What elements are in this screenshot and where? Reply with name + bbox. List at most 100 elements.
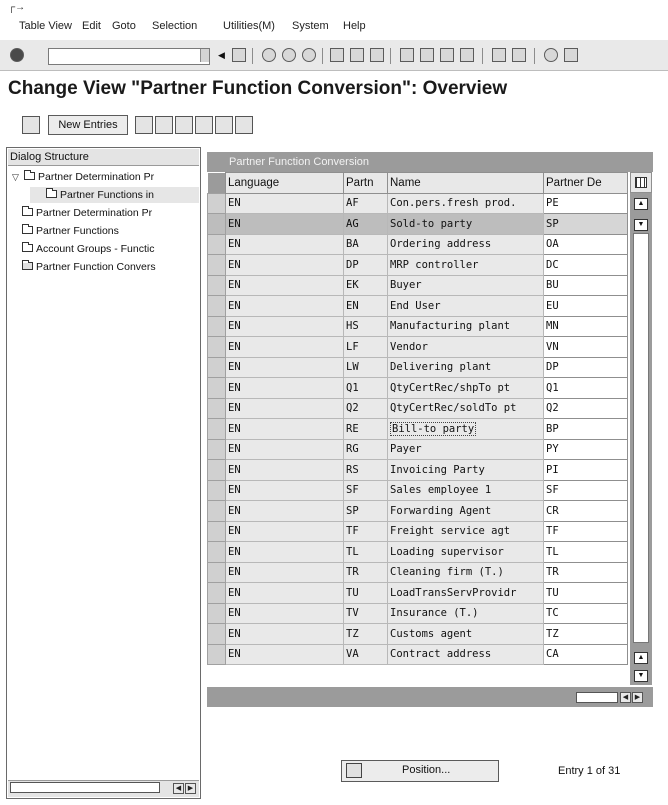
table-row[interactable]: EN TZ Customs agent TZ [207,623,628,645]
cell-partner-de[interactable]: BP [543,418,628,440]
select-all-icon[interactable] [195,116,213,134]
row-selector[interactable] [207,623,226,645]
cell-partner-de[interactable]: PY [543,438,628,460]
cell-partner-de[interactable]: CR [543,500,628,522]
row-selector[interactable] [207,254,226,276]
cell-partner-de[interactable]: SF [543,479,628,501]
row-selector[interactable] [207,479,226,501]
cell-partn[interactable]: RS [343,459,388,481]
cell-partner-de[interactable]: Q2 [543,397,628,419]
row-selector[interactable] [207,192,226,214]
menu-edit[interactable]: Edit [82,20,101,32]
cell-partn[interactable]: EK [343,274,388,296]
row-selector[interactable] [207,274,226,296]
table-row[interactable]: EN EK Buyer BU [207,274,628,296]
tree-item-account-groups-function[interactable]: Account Groups - Functic [22,241,199,257]
cell-name[interactable]: Customs agent [387,623,544,645]
scrollbar-thumb[interactable] [576,692,618,703]
cell-name[interactable]: Contract address [387,643,544,665]
cell-name[interactable]: LoadTransServProvidr [387,582,544,604]
cell-name[interactable]: Delivering plant [387,356,544,378]
cell-partn[interactable]: RE [343,418,388,440]
scrollbar-thumb[interactable] [633,233,649,643]
scroll-up-icon[interactable]: ▲ [634,198,648,210]
expand-triangle-icon[interactable]: ▽ [12,169,24,185]
cell-language[interactable]: EN [225,500,344,522]
table-settings-icon[interactable] [630,172,652,193]
row-selector[interactable] [207,336,226,358]
previous-page-icon[interactable] [420,48,434,62]
cell-language[interactable]: EN [225,377,344,399]
cell-partn[interactable]: RG [343,438,388,460]
select-block-icon[interactable] [215,116,233,134]
row-selector[interactable] [207,500,226,522]
menu-help[interactable]: Help [343,20,366,32]
tree-item-partner-determination-procedure-2[interactable]: Partner Determination Pr [22,205,199,221]
cell-language[interactable]: EN [225,336,344,358]
cell-name[interactable]: QtyCertRec/soldTo pt [387,397,544,419]
scroll-left-icon[interactable]: ◀ [173,783,184,794]
cell-partner-de[interactable]: SP [543,213,628,235]
cell-name[interactable]: Bill-to party [387,418,544,440]
table-row[interactable]: EN LW Delivering plant DP [207,356,628,378]
cell-partn[interactable]: BA [343,233,388,255]
table-row[interactable]: EN TV Insurance (T.) TC [207,602,628,624]
layout-menu-icon[interactable] [564,48,578,62]
cell-partn[interactable]: VA [343,643,388,665]
cell-language[interactable]: EN [225,623,344,645]
row-selector[interactable] [207,541,226,563]
cell-name[interactable]: MRP controller [387,254,544,276]
row-selector[interactable] [207,356,226,378]
table-row[interactable]: EN TF Freight service agt TF [207,520,628,542]
row-selector[interactable] [207,418,226,440]
table-row[interactable]: EN AG Sold-to party SP [207,213,628,235]
cell-partn[interactable]: TL [343,541,388,563]
cell-name[interactable]: Sold-to party [387,213,544,235]
table-row[interactable]: EN Q2 QtyCertRec/soldTo pt Q2 [207,397,628,419]
cell-partn[interactable]: SF [343,479,388,501]
row-selector[interactable] [207,213,226,235]
cell-name[interactable]: Buyer [387,274,544,296]
cell-language[interactable]: EN [225,418,344,440]
cell-language[interactable]: EN [225,561,344,583]
table-row[interactable]: EN AF Con.pers.fresh prod. PE [207,192,628,214]
select-all-corner[interactable] [207,172,226,193]
cell-partn[interactable]: SP [343,500,388,522]
cell-partner-de[interactable]: MN [543,315,628,337]
row-selector[interactable] [207,602,226,624]
cell-partn[interactable]: TU [343,582,388,604]
cell-language[interactable]: EN [225,643,344,665]
cell-language[interactable]: EN [225,192,344,214]
first-page-icon[interactable] [400,48,414,62]
menu-icon[interactable]: ┌→ [8,2,25,13]
scroll-down-icon[interactable]: ▼ [634,219,648,231]
cell-partner-de[interactable]: TC [543,602,628,624]
cell-language[interactable]: EN [225,602,344,624]
cell-partner-de[interactable]: Q1 [543,377,628,399]
back-icon[interactable] [262,48,276,62]
table-row[interactable]: EN BA Ordering address OA [207,233,628,255]
cell-partner-de[interactable]: DP [543,356,628,378]
row-selector[interactable] [207,295,226,317]
next-page-icon[interactable] [440,48,454,62]
row-selector[interactable] [207,233,226,255]
cell-partner-de[interactable]: VN [543,336,628,358]
cell-partn[interactable]: LF [343,336,388,358]
scroll-page-up-icon[interactable]: ▲ [634,652,648,664]
cell-language[interactable]: EN [225,315,344,337]
table-row[interactable]: EN Q1 QtyCertRec/shpTo pt Q1 [207,377,628,399]
cell-language[interactable]: EN [225,233,344,255]
table-row[interactable]: EN SP Forwarding Agent CR [207,500,628,522]
cell-partn[interactable]: HS [343,315,388,337]
row-selector[interactable] [207,459,226,481]
menu-selection[interactable]: Selection [152,20,197,32]
cell-partn[interactable]: TV [343,602,388,624]
save-icon[interactable] [232,48,246,62]
cell-partner-de[interactable]: TR [543,561,628,583]
row-selector[interactable] [207,561,226,583]
command-field[interactable] [48,48,210,65]
row-selector[interactable] [207,377,226,399]
table-row[interactable]: EN RE Bill-to party BP [207,418,628,440]
cell-name[interactable]: Cleaning firm (T.) [387,561,544,583]
row-selector[interactable] [207,315,226,337]
